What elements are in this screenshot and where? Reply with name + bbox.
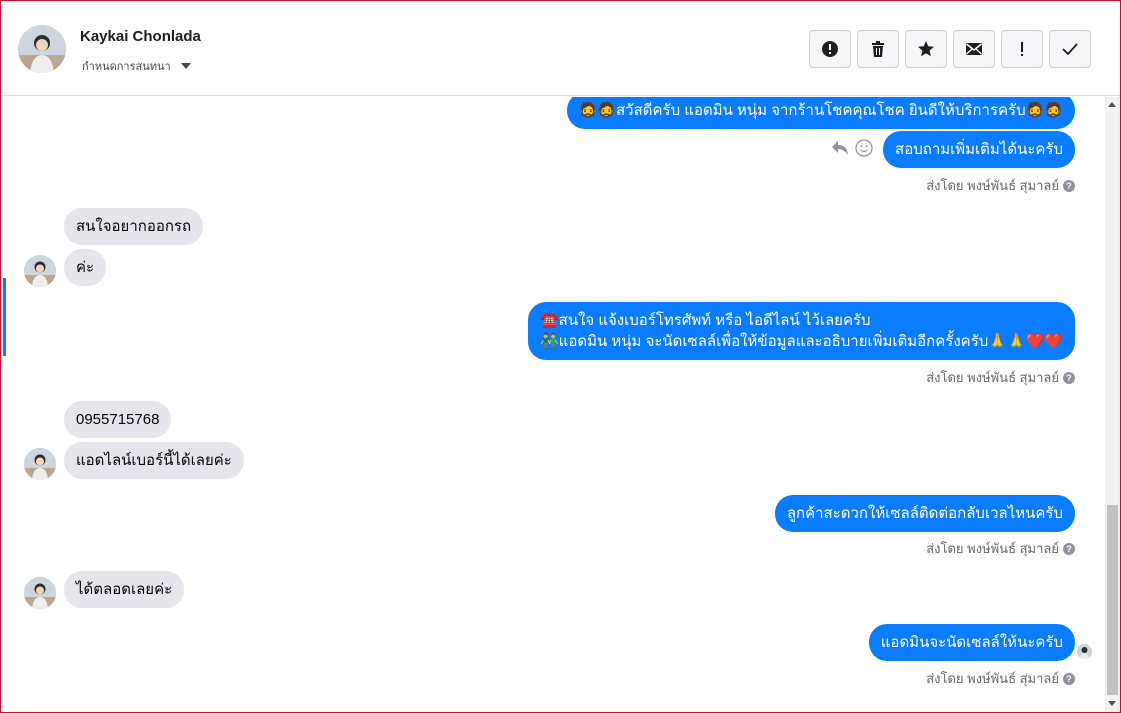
contact-avatar-small <box>24 577 56 609</box>
sent-by-label: ส่งโดย พงษ์พันธ์ สุมาลย์ ? <box>926 538 1075 559</box>
trash-icon <box>872 41 884 57</box>
sent-by-text: ส่งโดย พงษ์พันธ์ สุมาลย์ <box>926 370 1059 385</box>
question-icon[interactable]: ? <box>1063 371 1075 384</box>
contact-avatar-small <box>24 448 56 480</box>
sent-by-label: ส่งโดย พงษ์พันธ์ สุมาลย์ ? <box>926 175 1075 196</box>
contact-avatar-small <box>24 255 56 287</box>
outgoing-message[interactable]: สอบถามเพิ่มเติมได้นะครับ <box>883 131 1075 168</box>
check-icon <box>1062 43 1078 56</box>
message-line: 👬แอดมิน หนุ่ม จะนัดเซลล์เพื่อให้ข้อมูลแล… <box>539 333 1063 350</box>
star-button[interactable] <box>905 30 947 68</box>
mark-important-button[interactable] <box>1001 30 1043 68</box>
sent-by-text: ส่งโดย พงษ์พันธ์ สุมาลย์ <box>926 671 1059 686</box>
assign-conversation-label: กำหนดการสนทนา <box>82 60 171 73</box>
question-icon[interactable]: ? <box>1063 672 1075 685</box>
emoji-reaction-icon[interactable] <box>855 139 873 157</box>
alert-circle-icon <box>822 41 838 57</box>
message-line: ☎️สนใจ แจ้งเบอร์โทรศัพท์ หรือ ไอดีไลน์ ไ… <box>539 312 871 329</box>
sent-by-text: ส่งโดย พงษ์พันธ์ สุมาลย์ <box>926 541 1059 556</box>
reply-icon[interactable] <box>831 140 849 156</box>
conversation-header: Kaykai Chonlada กำหนดการสนทนา <box>1 1 1120 96</box>
assign-conversation-dropdown[interactable]: กำหนดการสนทนา <box>82 57 191 75</box>
exclamation-icon <box>1021 42 1023 56</box>
contact-name: Kaykai Chonlada <box>80 28 201 45</box>
mark-unread-button[interactable] <box>953 30 995 68</box>
message-hover-tools <box>831 139 873 157</box>
delete-button[interactable] <box>857 30 899 68</box>
sent-by-label: ส่งโดย พงษ์พันธ์ สุมาลย์ ? <box>926 367 1075 388</box>
scrollbar-thumb[interactable] <box>1107 505 1118 695</box>
sent-by-label: ส่งโดย พงษ์พันธ์ สุมาลย์ ? <box>926 668 1075 689</box>
scroll-down-arrow-icon[interactable] <box>1108 701 1116 706</box>
mark-done-button[interactable] <box>1049 30 1091 68</box>
message-thread[interactable]: 🧔🧔สวัสดีครับ แอดมิน หนุ่ม จากร้านโชคคุณโ… <box>1 97 1105 712</box>
scroll-up-arrow-icon[interactable] <box>1108 102 1116 107</box>
star-icon <box>918 41 934 57</box>
contact-avatar[interactable] <box>18 25 66 73</box>
unread-marker <box>3 278 6 356</box>
incoming-message[interactable]: ค่ะ <box>64 249 107 286</box>
outgoing-message-multiline[interactable]: ☎️สนใจ แจ้งเบอร์โทรศัพท์ หรือ ไอดีไลน์ ไ… <box>527 302 1075 360</box>
action-toolbar <box>809 30 1091 68</box>
incoming-message[interactable]: แอดไลน์เบอร์นี้ได้เลยค่ะ <box>64 442 244 479</box>
alert-button[interactable] <box>809 30 851 68</box>
incoming-message[interactable]: ได้ตลอดเลยค่ะ <box>64 571 185 608</box>
scrollbar[interactable] <box>1105 97 1120 712</box>
incoming-message[interactable]: สนใจอยากออกรถ <box>64 208 204 245</box>
mail-icon <box>966 43 982 55</box>
sent-by-text: ส่งโดย พงษ์พันธ์ สุมาลย์ <box>926 178 1059 193</box>
question-icon[interactable]: ? <box>1063 179 1075 192</box>
question-icon[interactable]: ? <box>1063 542 1075 555</box>
outgoing-message[interactable]: 🧔🧔สวัสดีครับ แอดมิน หนุ่ม จากร้านโชคคุณโ… <box>566 97 1075 129</box>
seen-avatar <box>1077 644 1092 659</box>
outgoing-message[interactable]: แอดมินจะนัดเซลล์ให้นะครับ <box>868 624 1075 661</box>
incoming-message[interactable]: 0955715768 <box>64 401 172 438</box>
outgoing-message[interactable]: ลูกค้าสะดวกให้เซลล์ติดต่อกลับเวลไหนครับ <box>774 495 1075 532</box>
chevron-down-icon <box>180 63 191 69</box>
